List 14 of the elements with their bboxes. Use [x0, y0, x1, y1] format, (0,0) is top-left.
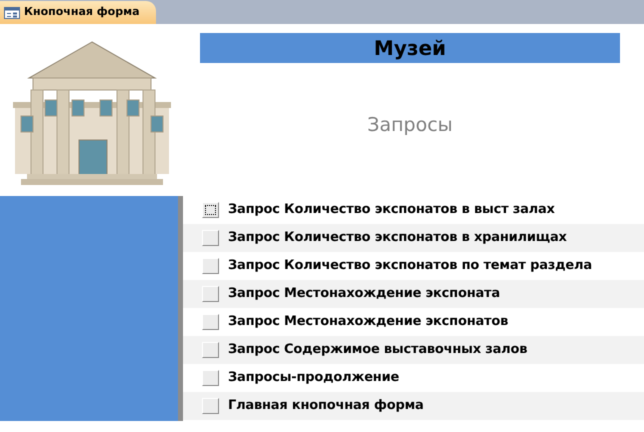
form-title: Музей: [200, 33, 620, 63]
form-icon: [4, 6, 20, 18]
menu-item-label[interactable]: Главная кнопочная форма: [228, 396, 424, 416]
focus-outline: [205, 205, 216, 215]
menu-item-label[interactable]: Запрос Местонахождение экспоната: [228, 284, 500, 304]
menu-item-label[interactable]: Запрос Содержимое выставочных залов: [228, 340, 528, 360]
menu-button[interactable]: [202, 202, 219, 218]
section-title: Запросы: [366, 113, 454, 138]
menu-item-label[interactable]: Запрос Местонахождение экспонатов: [228, 312, 508, 332]
menu-item-label[interactable]: Запрос Количество экспонатов в хранилищах: [228, 228, 567, 248]
form-tab[interactable]: Кнопочная форма: [0, 1, 156, 24]
menu-item-label[interactable]: Запрос Количество экспонатов по темат раздела: [228, 256, 592, 276]
menu-item-label[interactable]: Запросы-продолжение: [228, 368, 400, 388]
menu-item-label[interactable]: Запрос Количество экспонатов в выст залах: [228, 200, 555, 220]
